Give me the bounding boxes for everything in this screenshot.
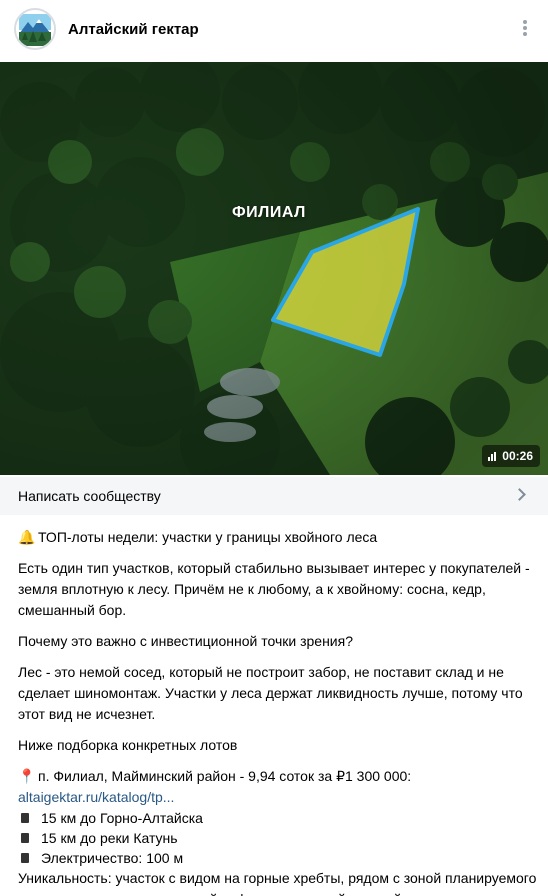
video-duration: 00:26 — [502, 449, 533, 463]
video-player[interactable]: ФИЛИАЛ 00:26 — [0, 62, 548, 475]
write-to-community-button[interactable]: Написать сообществу — [0, 477, 548, 515]
signal-bars-icon — [488, 451, 497, 461]
bell-icon: 🔔 — [18, 529, 36, 545]
chevron-right-icon — [513, 488, 526, 501]
post-paragraph-2: Почему это важно с инвестиционной точки … — [18, 633, 353, 649]
phone-icon — [21, 853, 29, 863]
group-name[interactable]: Алтайский гектар — [68, 21, 199, 38]
mountain-logo-icon — [16, 10, 54, 48]
post-paragraph-4: Ниже подборка конкретных лотов — [18, 737, 238, 753]
post-paragraph-1: Есть один тип участков, который стабильн… — [18, 560, 530, 618]
pin-icon: 📍 — [18, 768, 36, 784]
feature-text: 15 км до реки Катунь — [41, 829, 178, 846]
group-avatar[interactable] — [14, 8, 56, 50]
headline-text: ТОП-лоты недели: участки у границы хвойн… — [38, 529, 378, 545]
write-to-community-label: Написать сообществу — [18, 488, 161, 504]
feature-text: 15 км до Горно-Алтайска — [41, 809, 203, 826]
post-text: 🔔 ТОП-лоты недели: участки у границы хвой… — [18, 527, 538, 896]
lot-uniqueness: Уникальность: участок с видом на горные … — [18, 870, 537, 896]
lot-link-line: altaigektar.ru/katalog/tp... — [18, 787, 538, 808]
list-item: 15 км до Горно-Алтайска — [18, 808, 538, 828]
list-item: Электричество: 100 м — [18, 848, 538, 868]
phone-icon — [21, 813, 29, 823]
post-headline: 🔔 ТОП-лоты недели: участки у границы хвой… — [18, 527, 538, 548]
lot-title-text: п. Филиал, Майминский район - 9,94 соток… — [38, 768, 412, 784]
video-duration-badge: 00:26 — [482, 445, 540, 467]
video-overlay-label: ФИЛИАЛ — [232, 204, 306, 221]
list-item: 15 км до реки Катунь — [18, 828, 538, 848]
post-paragraph-3: Лес - это немой сосед, который не постро… — [18, 664, 523, 722]
lot-title: 📍 п. Филиал, Майминский район - 9,94 сото… — [18, 766, 538, 787]
video-thumbnail — [0, 62, 548, 475]
lot-link[interactable]: altaigektar.ru/katalog/tp... — [18, 789, 174, 805]
more-vertical-icon[interactable] — [522, 18, 528, 38]
phone-icon — [21, 833, 29, 843]
feature-text: Электричество: 100 м — [41, 849, 184, 866]
post-header: Алтайский гектар — [0, 0, 548, 58]
